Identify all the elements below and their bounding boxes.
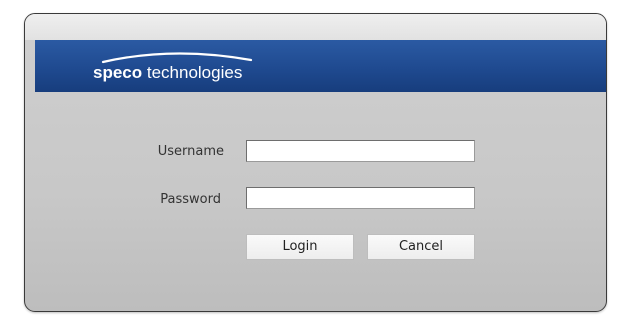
- brand-name-rest: technologies: [142, 63, 243, 82]
- login-button[interactable]: Login: [246, 234, 354, 260]
- password-field[interactable]: [246, 187, 475, 209]
- speco-logo: speco technologies: [83, 40, 283, 92]
- dialog-top-strip: [25, 14, 606, 40]
- username-field[interactable]: [246, 140, 475, 162]
- login-dialog: speco technologies Username Password Log…: [24, 13, 607, 312]
- brand-name-bold: speco: [93, 63, 143, 82]
- password-label: Password: [160, 192, 221, 207]
- cancel-button[interactable]: Cancel: [367, 234, 475, 260]
- username-label: Username: [157, 144, 224, 159]
- brand-wordmark: speco technologies: [93, 63, 242, 83]
- brand-banner: speco technologies: [35, 40, 606, 92]
